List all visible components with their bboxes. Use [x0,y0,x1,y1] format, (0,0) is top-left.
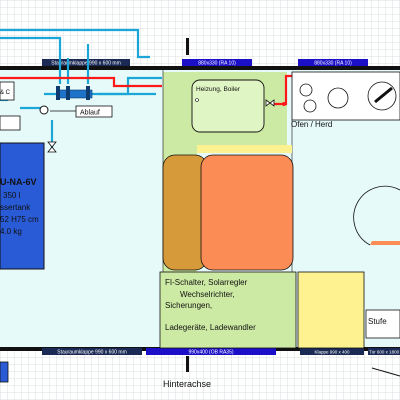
tank-line-5: 4.0 kg [0,227,22,236]
door-panel [370,241,400,245]
red-valve-icon [282,102,286,106]
electrical-line-1: FI-Schalter, Solarregler [165,278,248,287]
electrical-line-2: Wechselrichter, [180,290,235,299]
stove-burner-2 [303,99,317,113]
hatch-bottom-left-label: Stauraumklappe 990 x 600 mm [57,350,126,356]
manifold-valve-2 [66,86,70,100]
hatch-bottom-mid-label: 990x400 (OB RA35) [188,350,233,356]
stove-burner-1 [299,83,313,97]
bottom-left-block [0,361,9,383]
stufe-label: Stufe [368,317,387,326]
heater-label: Heizung, Boiler [196,86,241,93]
hatch-top-right-label: 880x330 (RA 10) [314,61,352,67]
yellow-cabinet [297,271,365,349]
hinterachse-label: Hinterachse [163,379,211,389]
bench-shadow [162,154,208,271]
yellow-strip [197,145,292,153]
hatch-top-left-label: Stauraumklappe 990 x 600 mm [51,61,120,67]
manifold-valve-1 [56,86,60,100]
tank-line-1: U-NA-6V [0,177,37,187]
hatch-bottom-klappe-label: Klappe 990 x 400 [314,350,350,355]
axle-mark-top [186,38,189,55]
tank-line-3: ssertank [0,203,31,212]
manifold-valve-3 [86,86,90,100]
pump-box [0,115,21,131]
axle-mark-bottom [186,356,189,372]
hatch-top-mid-label: 880x330 (RA 10) [198,61,236,67]
electrical-line-3: Sicherungen, [165,301,212,310]
hatch-bottom-door-label: Tür 600 x 1800 [369,350,400,355]
filter-box-label: & C [0,90,11,96]
stove-burner-3 [327,87,349,109]
ofen-label: Ofen / Herd [291,120,332,129]
drain-valve-icon [39,105,49,115]
boiler-connector [195,98,199,102]
tank-line-4: 52 H75 cm [0,215,39,224]
electrical-line-5: Ladegeräte, Ladewandler [165,323,256,332]
floor-plan: Stauraumklappe 990 x 600 mm 880x330 (RA … [0,0,400,400]
ablauf-label: Ablauf [80,110,100,117]
tank-line-2: 350 l [3,191,21,200]
bench [200,154,294,271]
